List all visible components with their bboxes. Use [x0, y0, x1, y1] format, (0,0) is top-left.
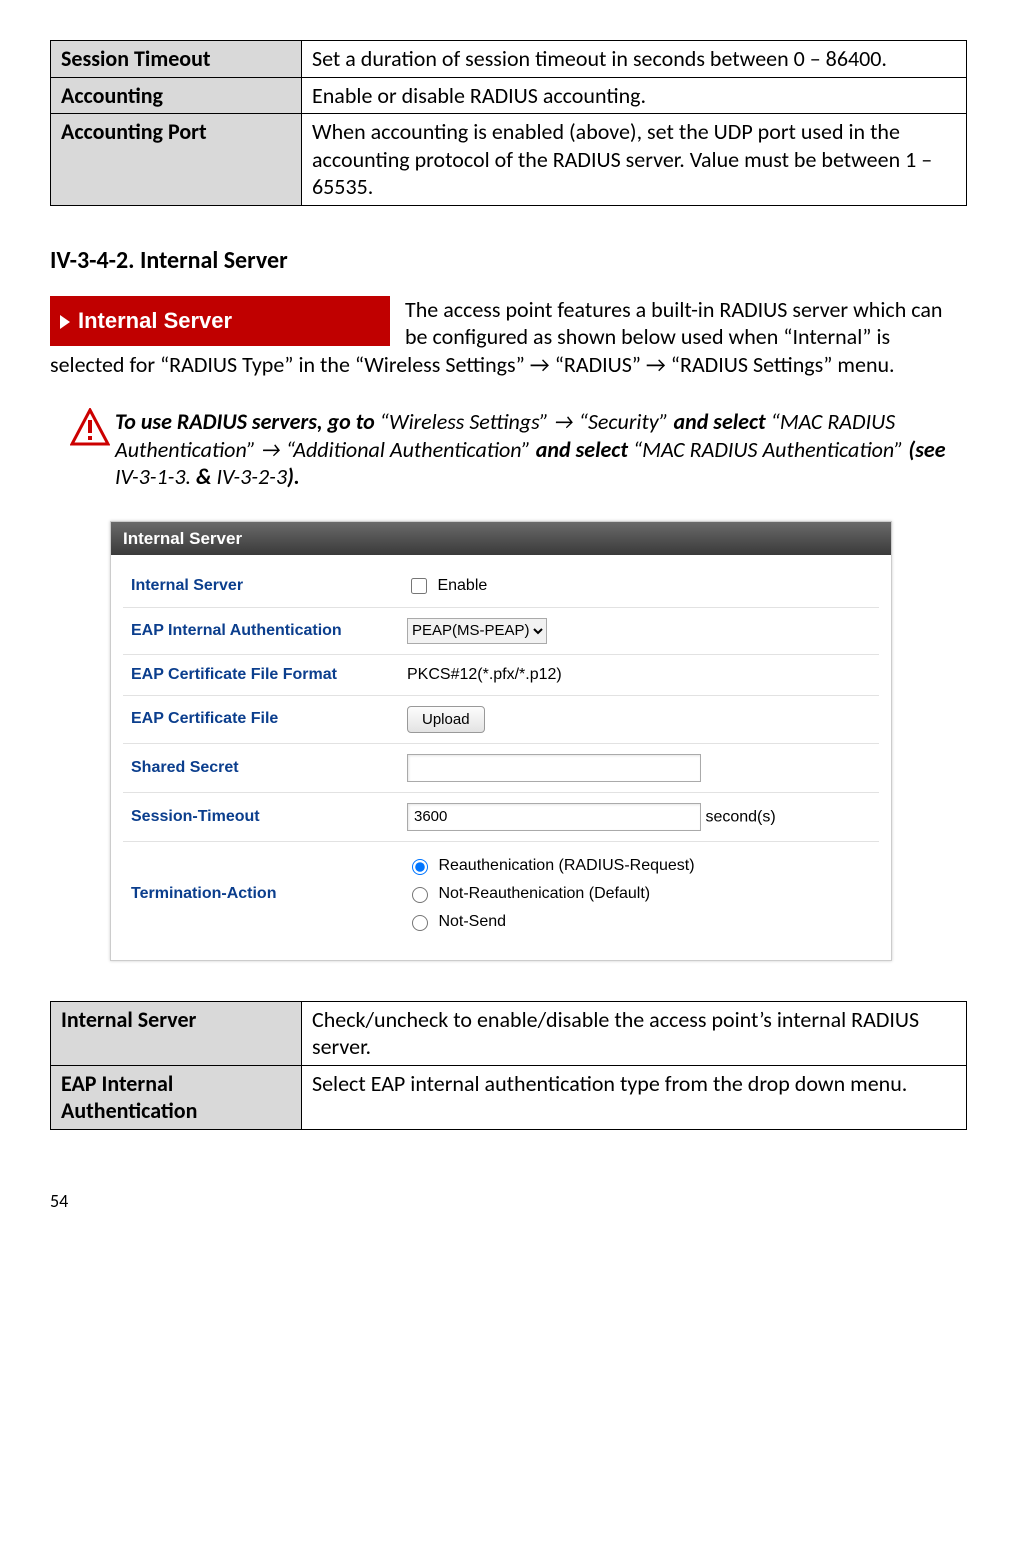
radio-label: Not-Reauthenication (Default): [438, 885, 650, 902]
termination-radio-reauth[interactable]: [412, 859, 428, 875]
enable-label: Enable: [437, 577, 487, 594]
section-heading: IV-3-4-2. Internal Server: [50, 246, 967, 276]
eap-auth-select[interactable]: PEAP(MS-PEAP): [407, 618, 547, 644]
table-row: EAP Internal Authentication Select EAP i…: [51, 1065, 967, 1129]
screenshot-header: Internal Server: [111, 522, 891, 555]
termination-radio-notsend[interactable]: [412, 915, 428, 931]
shared-secret-input[interactable]: [407, 754, 701, 782]
field-label: Termination-Action: [123, 841, 399, 946]
radius-params-table: Session Timeout Set a duration of sessio…: [50, 40, 967, 206]
param-label: Accounting: [51, 77, 302, 114]
param-desc: Set a duration of session timeout in sec…: [302, 41, 967, 78]
radio-label: Not-Send: [438, 913, 506, 930]
param-label: EAP Internal Authentication: [51, 1065, 302, 1129]
warning-text: To use RADIUS servers, go to “Wireless S…: [115, 408, 967, 491]
cert-format-value: PKCS#12(*.pfx/*.p12): [399, 654, 879, 695]
enable-checkbox[interactable]: [411, 578, 427, 594]
field-label: Shared Secret: [123, 743, 399, 792]
field-label: Internal Server: [123, 565, 399, 608]
param-desc: Check/uncheck to enable/disable the acce…: [302, 1001, 967, 1065]
param-label: Session Timeout: [51, 41, 302, 78]
intro-paragraph: Internal Server The access point feature…: [50, 296, 967, 379]
param-desc: Select EAP internal authentication type …: [302, 1065, 967, 1129]
breadcrumb-label: Internal Server: [78, 308, 232, 333]
warning-note: To use RADIUS servers, go to “Wireless S…: [70, 408, 967, 491]
param-label: Internal Server: [51, 1001, 302, 1065]
internal-server-form: Internal Server Enable EAP Internal Auth…: [123, 565, 879, 946]
chevron-right-icon: [60, 315, 70, 329]
page-number: 54: [50, 1190, 967, 1213]
param-desc: Enable or disable RADIUS accounting.: [302, 77, 967, 114]
param-label: Accounting Port: [51, 114, 302, 206]
internal-server-params-table: Internal Server Check/uncheck to enable/…: [50, 1001, 967, 1130]
field-label: EAP Certificate File Format: [123, 654, 399, 695]
internal-server-screenshot: Internal Server Internal Server Enable E…: [110, 521, 892, 961]
field-label: EAP Certificate File: [123, 695, 399, 743]
param-desc: When accounting is enabled (above), set …: [302, 114, 967, 206]
field-label: EAP Internal Authentication: [123, 607, 399, 654]
table-row: Session Timeout Set a duration of sessio…: [51, 41, 967, 78]
table-row: Accounting Enable or disable RADIUS acco…: [51, 77, 967, 114]
field-label: Session-Timeout: [123, 792, 399, 841]
table-row: Accounting Port When accounting is enabl…: [51, 114, 967, 206]
warning-icon: [70, 408, 115, 491]
termination-radio-notreauth[interactable]: [412, 887, 428, 903]
seconds-suffix: second(s): [705, 808, 775, 825]
table-row: Internal Server Check/uncheck to enable/…: [51, 1001, 967, 1065]
breadcrumb-banner: Internal Server: [50, 296, 390, 346]
upload-button[interactable]: Upload: [407, 706, 485, 733]
radio-label: Reauthenication (RADIUS-Request): [438, 857, 694, 874]
session-timeout-input[interactable]: [407, 803, 701, 831]
